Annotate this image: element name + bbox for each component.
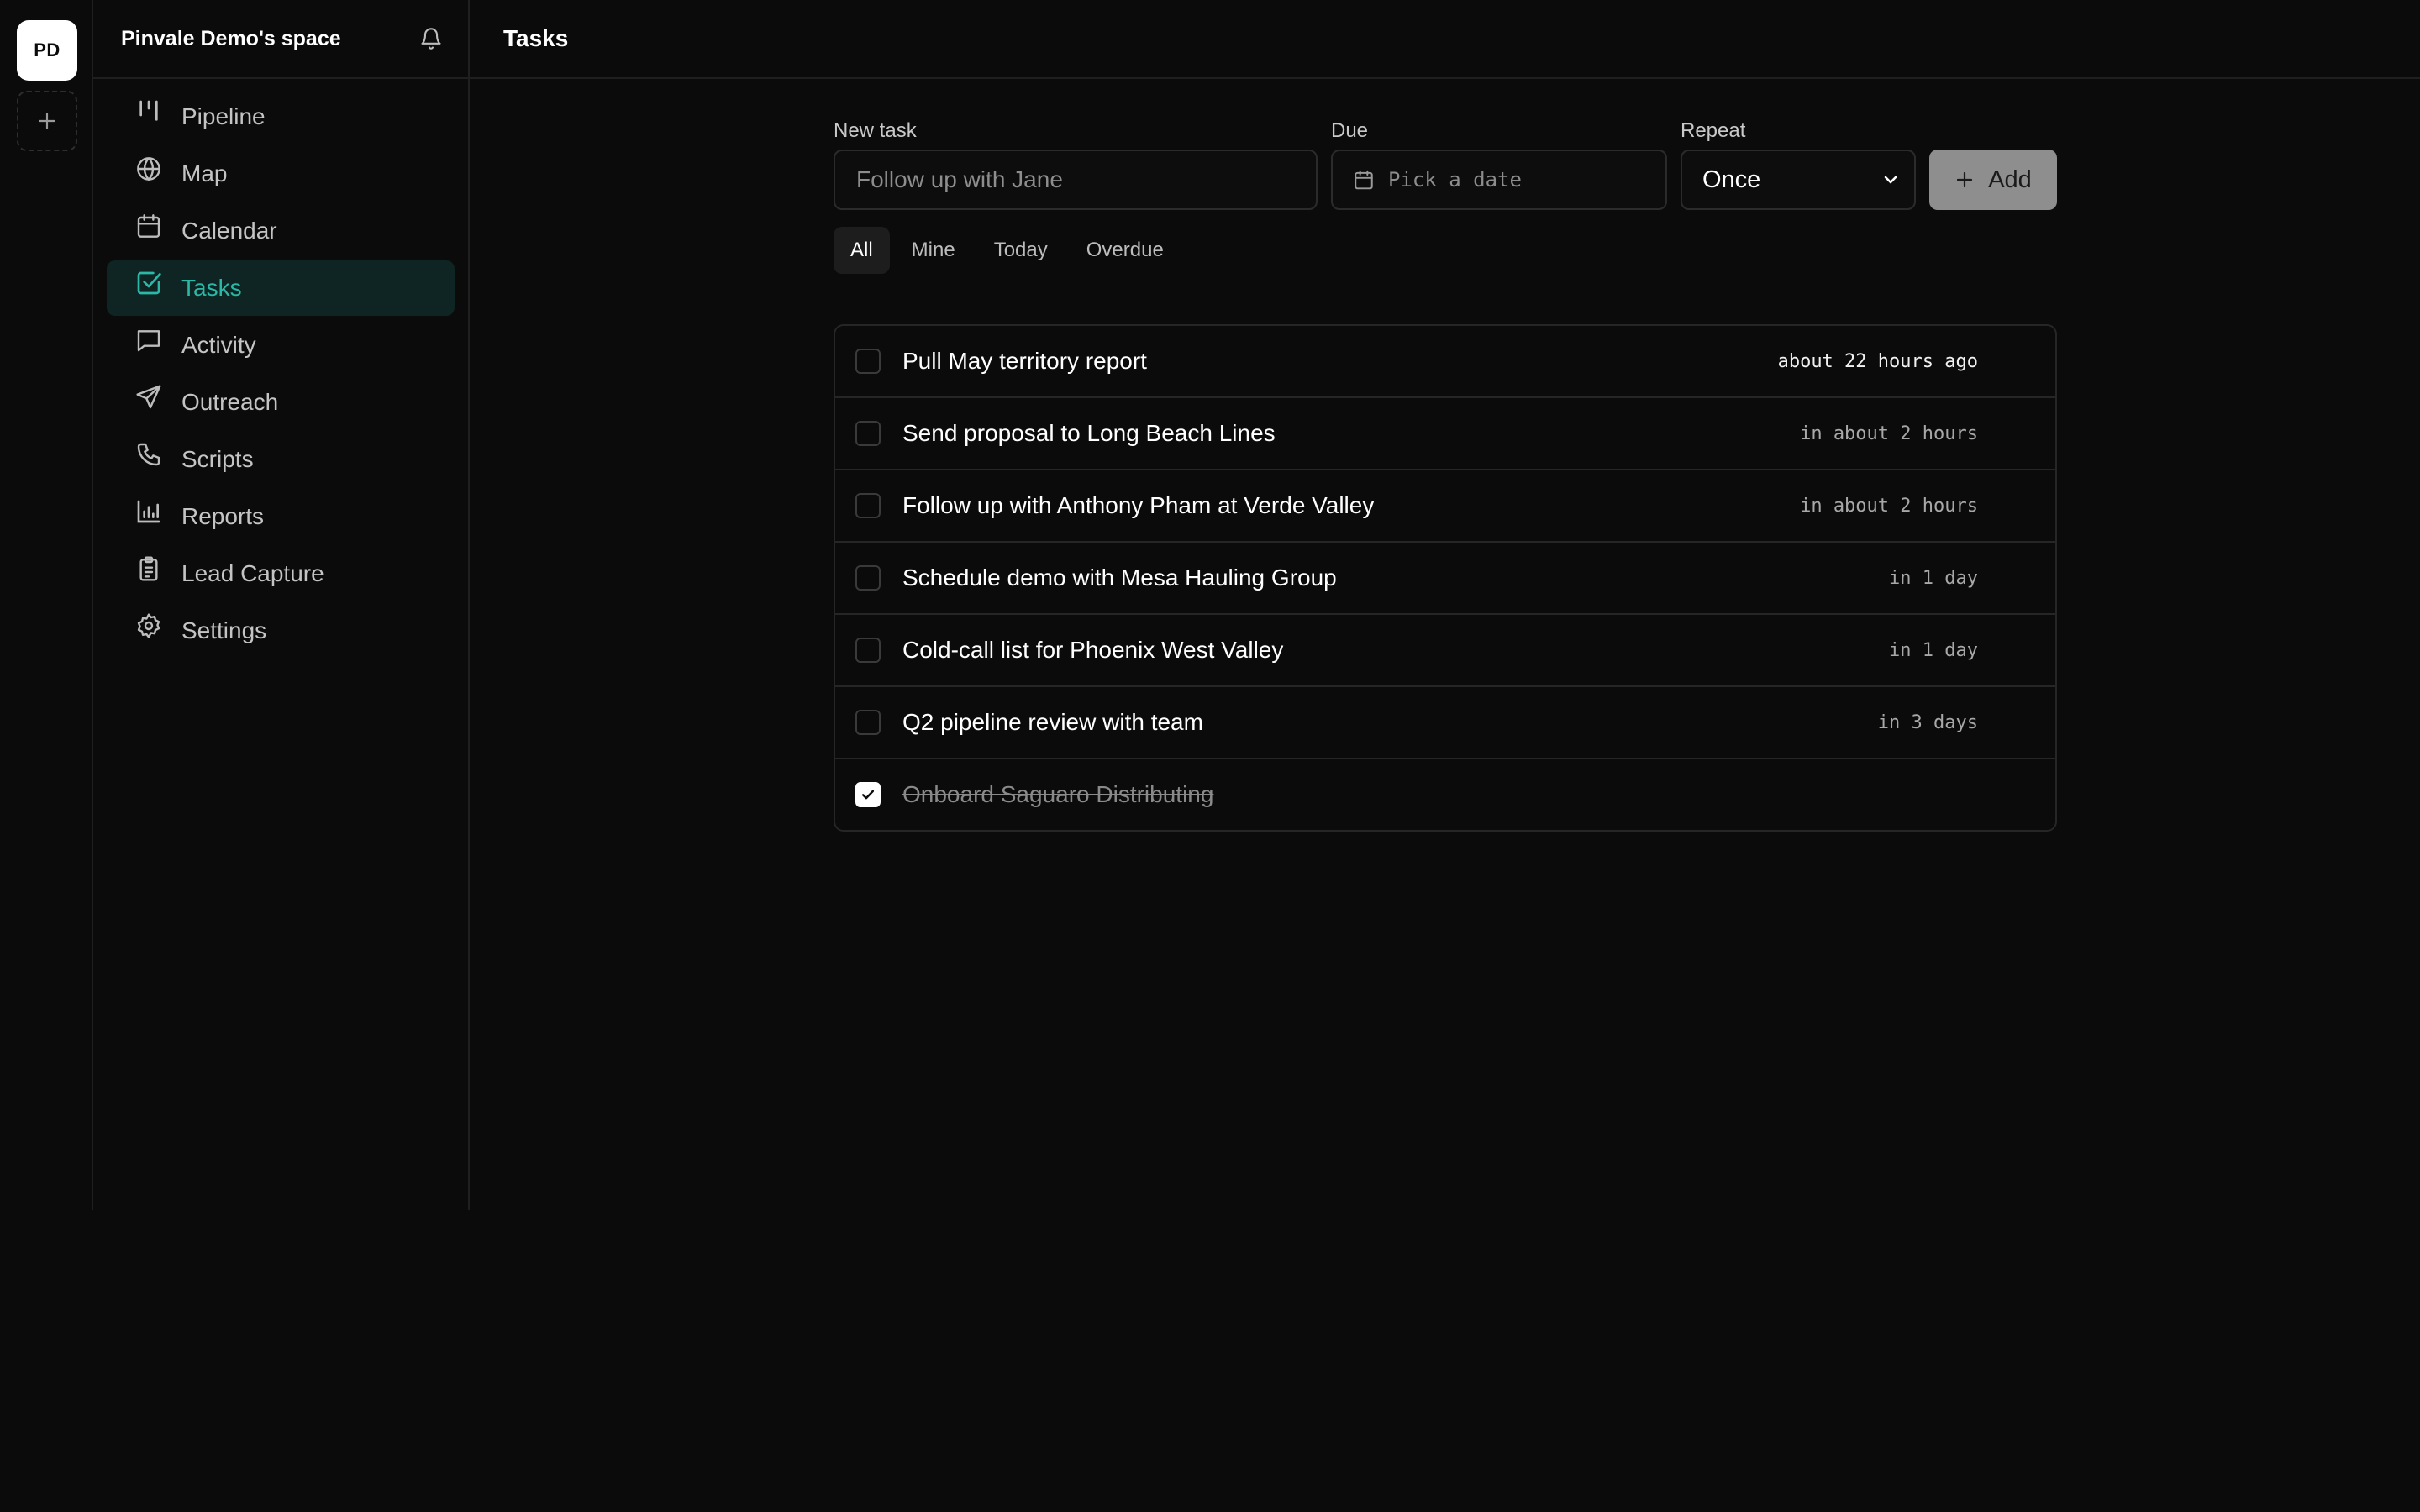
tab-all[interactable]: All [834,227,890,274]
tab-overdue[interactable]: Overdue [1070,227,1181,274]
task-title: Cold-call list for Phoenix West Valley [902,637,1284,663]
sidebar-item-calendar[interactable]: Calendar [107,203,455,259]
sidebar-item-reports[interactable]: Reports [107,489,455,544]
task-checkbox[interactable] [855,493,881,518]
sidebar-item-label: Lead Capture [182,560,324,586]
bar-chart-icon [135,498,162,525]
sidebar-item-lead-capture[interactable]: Lead Capture [107,546,455,601]
sidebar-header: Pinvale Demo's space [93,0,468,79]
sidebar-item-outreach[interactable]: Outreach [107,375,455,430]
checkbox-icon [135,270,162,297]
sidebar-item-map[interactable]: Map [107,146,455,202]
task-row[interactable]: Schedule demo with Mesa Hauling Group in… [835,543,2055,615]
task-due: in 3 days [1877,711,1978,733]
message-icon [135,327,162,354]
due-date-picker[interactable]: Pick a date [1331,150,1667,210]
pipeline-icon [135,98,162,125]
calendar-icon [1353,169,1375,191]
task-title: Follow up with Anthony Pham at Verde Val… [902,492,1375,518]
due-label: Due [1331,119,1369,142]
plus-icon [1954,170,1975,190]
sidebar-item-tasks[interactable]: Tasks [107,260,455,316]
task-checkbox[interactable] [855,349,881,374]
bell-icon[interactable] [419,27,443,50]
task-checkbox[interactable] [855,710,881,735]
chevron-down-icon [1881,170,1901,190]
sidebar-item-label: Pipeline [182,103,266,129]
task-due: in about 2 hours [1800,423,1978,444]
task-checkbox[interactable] [855,565,881,591]
sidebar-item-label: Reports [182,503,265,529]
sidebar-item-label: Map [182,160,228,186]
task-row[interactable]: Send proposal to Long Beach Lines in abo… [835,398,2055,470]
sidebar-item-label: Calendar [182,218,277,244]
repeat-value: Once [1702,165,1761,193]
task-title: Q2 pipeline review with team [902,709,1203,735]
calendar-icon [135,213,162,239]
sidebar-item-label: Outreach [182,389,279,415]
main-content: New task Due Pick a date Repeat Once Add… [834,79,2057,832]
add-task-button[interactable]: Add [1929,150,2057,210]
workspace-name[interactable]: Pinvale Demo's space [121,27,341,51]
new-task-form: New task Due Pick a date Repeat Once Add [834,79,2057,213]
sidebar-nav: Pipeline Map Calendar Tasks Activity Out… [93,79,468,659]
task-due: about 22 hours ago [1777,350,1978,372]
tab-mine[interactable]: Mine [895,227,972,274]
sidebar-item-label: Activity [182,332,256,358]
check-icon [861,790,875,800]
task-row[interactable]: Cold-call list for Phoenix West Valley i… [835,615,2055,687]
task-title: Schedule demo with Mesa Hauling Group [902,564,1337,591]
sidebar-item-settings[interactable]: Settings [107,603,455,659]
plus-icon [39,113,55,129]
workspace-rail: PD [0,0,93,1210]
sidebar-item-activity[interactable]: Activity [107,318,455,373]
new-task-input[interactable] [834,150,1318,210]
gear-icon [135,612,162,639]
sidebar-item-pipeline[interactable]: Pipeline [107,89,455,144]
sidebar-item-label: Settings [182,617,267,643]
tab-today[interactable]: Today [977,227,1065,274]
task-checkbox[interactable] [855,421,881,446]
repeat-select[interactable]: Once [1681,150,1916,210]
phone-icon [135,441,162,468]
task-title: Send proposal to Long Beach Lines [902,420,1276,446]
send-icon [135,384,162,411]
top-header: Tasks [470,0,2420,79]
task-row[interactable]: Onboard Saguaro Distributing [835,759,2055,830]
sidebar-item-label: Tasks [182,275,242,301]
task-due: in about 2 hours [1800,495,1978,517]
add-button-label: Add [1988,165,2032,193]
task-list: Pull May territory report about 22 hours… [834,324,2057,832]
task-title: Pull May territory report [902,348,1147,374]
task-due: in 1 day [1889,639,1978,661]
task-checkbox[interactable] [855,638,881,663]
task-row[interactable]: Pull May territory report about 22 hours… [835,326,2055,398]
page-title: Tasks [503,25,569,51]
task-checkbox-checked[interactable] [855,782,881,807]
clipboard-icon [135,555,162,582]
task-due: in 1 day [1889,567,1978,589]
workspace-avatar[interactable]: PD [17,20,77,81]
add-workspace-button[interactable] [17,91,77,151]
task-row[interactable]: Follow up with Anthony Pham at Verde Val… [835,470,2055,543]
task-title: Onboard Saguaro Distributing [902,781,1214,807]
repeat-label: Repeat [1681,119,1746,142]
task-row[interactable]: Q2 pipeline review with team in 3 days [835,687,2055,759]
filter-tabs: All Mine Today Overdue [834,227,2057,287]
sidebar-item-label: Scripts [182,446,254,472]
due-date-placeholder: Pick a date [1388,168,1522,192]
sidebar: Pinvale Demo's space Pipeline Map Calend… [93,0,470,1210]
new-task-label: New task [834,119,917,142]
globe-icon [135,155,162,182]
sidebar-item-scripts[interactable]: Scripts [107,432,455,487]
